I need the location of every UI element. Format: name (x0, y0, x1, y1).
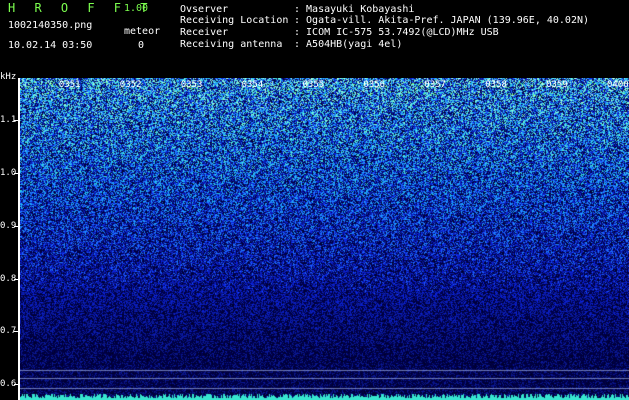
antenna-value: : A504HB(yagi 4el) (294, 39, 403, 50)
y-axis-line (18, 78, 20, 400)
location-label: Receiving Location (180, 15, 289, 26)
meteor-label: meteor (124, 26, 161, 37)
time-label: 0358 (485, 80, 507, 90)
y-tick-mark (14, 278, 19, 280)
time-label: 0353 (180, 80, 203, 90)
time-label: 0356 (363, 80, 386, 90)
antenna-label: Receiving antenna (180, 39, 283, 50)
y-tick-mark (14, 331, 19, 333)
datetime: 10.02.14 03:50 (8, 40, 93, 51)
receiver-label: Receiver (180, 27, 229, 38)
time-label: 0354 (241, 80, 264, 90)
time-label: 0357 (424, 80, 446, 90)
y-tick-mark (14, 173, 19, 175)
y-tick-mark (14, 225, 19, 227)
file-name: 1002140350.png (8, 20, 93, 31)
spectrogram-canvas (20, 78, 629, 400)
meteor-count: 0 (138, 40, 145, 51)
time-label: 0400 (607, 80, 629, 90)
y-tick-mark (14, 120, 19, 122)
time-label: 0355 (302, 80, 325, 90)
time-label: 0352 (119, 80, 142, 90)
time-label: 0359 (546, 80, 568, 90)
receiver-value: : ICOM IC-575 53.7492(@LCD)MHz USB (294, 27, 499, 38)
time-label: 0351 (58, 80, 81, 90)
location-value: : Ogata-vill. Akita-Pref. JAPAN (139.96E… (294, 15, 590, 26)
unit-label: kHz (0, 72, 17, 82)
y-tick-mark (14, 384, 19, 386)
app-version: 1.00 (124, 3, 149, 14)
